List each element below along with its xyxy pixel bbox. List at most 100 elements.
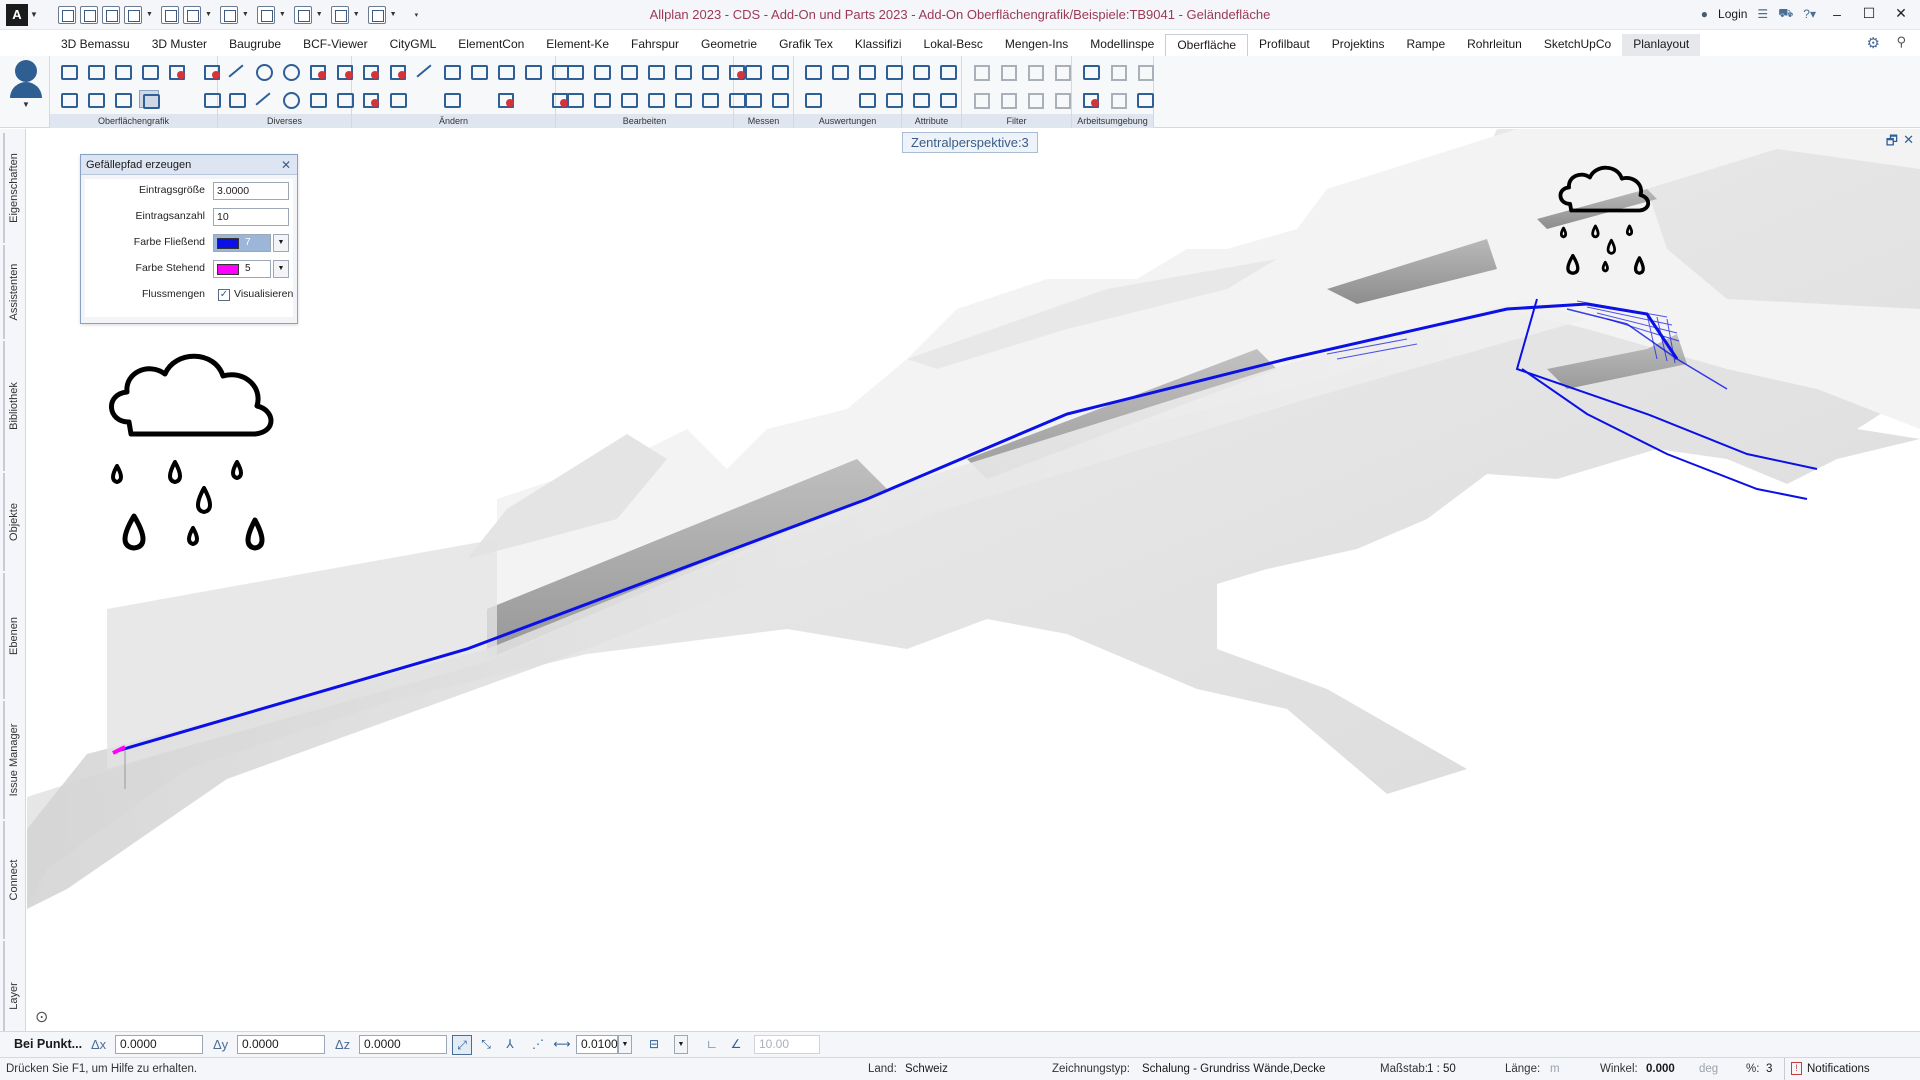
chevron-down-icon[interactable]: ▼ (146, 11, 153, 18)
tab-rohrleitun[interactable]: Rohrleitun (1456, 34, 1533, 56)
break-icon[interactable] (522, 62, 542, 80)
tools-icon[interactable] (367, 5, 386, 24)
distance-icon[interactable]: ⟷ (552, 1035, 572, 1055)
slope-icon[interactable] (58, 90, 78, 108)
chevron-down-icon[interactable]: ▼ (618, 1035, 632, 1054)
tab-klassifizi[interactable]: Klassifizi (844, 34, 913, 56)
copy-icon[interactable] (564, 62, 584, 80)
cart-icon[interactable]: ⛟ (1778, 6, 1793, 22)
hatch-icon[interactable] (307, 90, 327, 108)
pin-icon[interactable]: ⚲ (1896, 34, 1906, 50)
sidebar-tab-bibliothek[interactable]: Bibliothek (3, 341, 23, 471)
transform-icon[interactable] (564, 90, 584, 108)
measure-height-icon[interactable] (769, 90, 789, 108)
customize-toolbar-icon[interactable]: ▾ (415, 11, 419, 19)
angle-snap-icon[interactable]: ∠ (726, 1035, 746, 1055)
farbe-stehend-select[interactable]: 5 (213, 260, 271, 278)
tab-citygml[interactable]: CityGML (379, 34, 448, 56)
refresh-view-icon[interactable] (256, 5, 275, 24)
minimize-button[interactable]: – (1826, 6, 1848, 22)
tab-mengen-ins[interactable]: Mengen-Ins (994, 34, 1079, 56)
layers-icon[interactable] (139, 62, 159, 80)
water-icon[interactable] (112, 90, 132, 108)
report-settings-icon[interactable] (883, 90, 903, 108)
workplane-icon[interactable] (1080, 62, 1100, 80)
chevron-down-icon[interactable]: ▼ (30, 10, 40, 19)
filter-type-icon[interactable] (970, 90, 990, 109)
array-icon[interactable] (618, 90, 638, 108)
delete-segment-icon[interactable] (360, 90, 380, 108)
login-button[interactable]: Login (1718, 7, 1747, 21)
3d-viewport[interactable]: 🗗 ✕ ⊙ (27, 129, 1920, 1031)
view-icon[interactable] (293, 5, 312, 24)
attribute-icon[interactable] (910, 62, 930, 80)
rotate-icon[interactable] (618, 62, 638, 80)
tab-projektins[interactable]: Projektins (1321, 34, 1396, 56)
sidebar-tab-issue-manager[interactable]: Issue Manager (3, 701, 23, 819)
crosshair-icon[interactable] (280, 62, 300, 81)
tab-3d-muster[interactable]: 3D Muster (141, 34, 218, 56)
tab-geometrie[interactable]: Geometrie (690, 34, 768, 56)
label-edit-icon[interactable] (829, 62, 849, 80)
spline-icon[interactable] (253, 90, 273, 108)
filter-pen-icon[interactable] (997, 62, 1017, 81)
close-icon[interactable]: ✕ (281, 155, 291, 175)
fill-icon[interactable] (307, 62, 327, 80)
tab-sketchupco[interactable]: SketchUpCo (1533, 34, 1622, 56)
wave-edit-icon[interactable] (495, 90, 515, 108)
grid-snap-icon[interactable]: ⋰ (528, 1035, 548, 1055)
gear-icon[interactable]: ⚙ (1867, 34, 1880, 52)
filter-icon[interactable] (970, 62, 990, 81)
land-value[interactable]: Schweiz (905, 1063, 948, 1075)
report-icon[interactable] (856, 62, 876, 80)
dx-input[interactable]: 0.0000 (115, 1035, 203, 1054)
move-icon[interactable] (441, 62, 461, 80)
legend-icon[interactable] (856, 90, 876, 108)
measure-angle-icon[interactable] (672, 90, 692, 108)
close-button[interactable]: ✕ (1890, 5, 1912, 22)
sidebar-tab-objekte[interactable]: Objekte (3, 473, 23, 571)
terrain-icon[interactable] (112, 62, 132, 80)
restore-viewport-icon[interactable]: 🗗 (1886, 132, 1898, 154)
stretch-icon[interactable] (645, 62, 665, 80)
distribute-icon[interactable] (591, 90, 611, 108)
farbe-fliessend-select[interactable]: 7 (213, 234, 271, 252)
sum-icon[interactable] (1134, 90, 1154, 108)
attribute-tag-icon[interactable] (937, 90, 957, 108)
allplan-logo-icon[interactable]: A (6, 3, 28, 26)
filter-select-icon[interactable] (1024, 90, 1044, 109)
tab-rampe[interactable]: Rampe (1395, 34, 1456, 56)
help-icon[interactable]: ?▾ (1803, 7, 1816, 21)
filter-layer-icon[interactable] (1051, 62, 1071, 81)
attribute-transfer-icon[interactable] (937, 62, 957, 80)
copy-icon[interactable] (160, 5, 179, 24)
scale-icon[interactable] (699, 62, 719, 80)
sidebar-tab-ebenen[interactable]: Ebenen (3, 573, 23, 699)
close-viewport-icon[interactable]: ✕ (1903, 132, 1914, 148)
chevron-down-icon[interactable]: ▼ (353, 11, 360, 18)
attribute-edit-icon[interactable] (910, 90, 930, 108)
tab-lokal-besc[interactable]: Lokal-Besc (913, 34, 994, 56)
tab-3d-bemassu[interactable]: 3D Bemassu (50, 34, 141, 56)
zoom-extents-icon[interactable] (1107, 62, 1127, 81)
redo-icon[interactable] (219, 5, 238, 24)
point-snap-icon[interactable]: ⤢ (452, 1035, 472, 1055)
surface-grid-icon[interactable] (85, 62, 105, 80)
tab-bcf-viewer[interactable]: BCF-Viewer (292, 34, 378, 56)
arc-icon[interactable] (414, 62, 434, 80)
tab-planlayout[interactable]: Planlayout (1622, 34, 1701, 56)
navigation-compass-icon[interactable]: ⊙ (35, 1007, 48, 1027)
dialog-title-bar[interactable]: Gefällepfad erzeugen ✕ (81, 155, 297, 175)
chevron-down-icon[interactable]: ▼ (273, 260, 289, 278)
chevron-down-icon[interactable]: ▼ (22, 100, 30, 109)
tab-profilbaut[interactable]: Profilbaut (1248, 34, 1321, 56)
chevron-down-icon[interactable]: ▼ (242, 11, 249, 18)
filter-group-icon[interactable] (1051, 90, 1071, 109)
dz-input[interactable]: 0.0000 (359, 1035, 447, 1054)
tab-baugrube[interactable]: Baugrube (218, 34, 292, 56)
user-icon[interactable]: ● (1701, 7, 1708, 21)
tab-oberfläche[interactable]: Oberfläche (1165, 34, 1249, 56)
contour-icon[interactable] (85, 90, 105, 108)
save-icon[interactable] (102, 5, 120, 24)
axis-icon[interactable] (1080, 90, 1100, 108)
